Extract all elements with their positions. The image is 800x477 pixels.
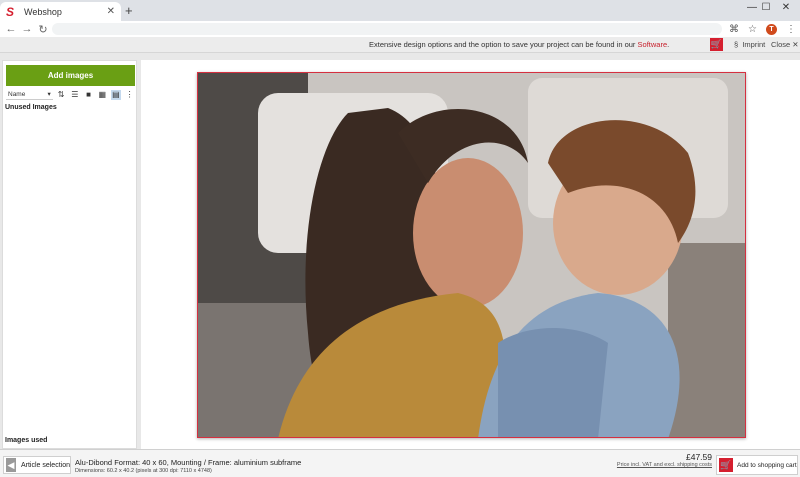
reload-icon[interactable]: ↻ bbox=[35, 23, 51, 36]
more-options-icon[interactable]: ⋮ bbox=[124, 90, 135, 100]
unused-images-heading: Unused Images bbox=[5, 104, 57, 111]
sort-select-value: Name bbox=[8, 90, 26, 98]
product-photo[interactable] bbox=[197, 72, 746, 438]
images-used-heading: Images used bbox=[5, 437, 48, 444]
new-tab-button[interactable]: + bbox=[125, 3, 133, 18]
bottom-bar: ◀ Article selection Alu-Dibond Format: 4… bbox=[0, 449, 800, 477]
close-link[interactable]: Close ✕ bbox=[771, 40, 799, 49]
imprint-symbol: § bbox=[734, 40, 739, 49]
info-message: Extensive design options and the option … bbox=[369, 40, 669, 49]
tab-title: Webshop bbox=[24, 6, 62, 17]
menu-icon[interactable]: ⋮ bbox=[786, 24, 796, 35]
profile-avatar[interactable]: T bbox=[766, 23, 777, 35]
imprint-link[interactable]: § Imprint bbox=[734, 40, 765, 49]
detail-view-icon[interactable]: ▤ bbox=[110, 89, 122, 100]
article-selection-button[interactable]: ◀ Article selection bbox=[3, 456, 71, 474]
sort-direction-icon[interactable]: ⇅ bbox=[56, 90, 67, 100]
webshop-favicon-icon: S bbox=[6, 4, 15, 19]
price: £47.59 bbox=[686, 452, 712, 462]
image-sidebar: Add images Name ▾ ⇅ ☰ ■ ▦ ▤ ⋮ Unused Ima… bbox=[2, 60, 137, 449]
sort-toolbar: Name ▾ ⇅ ☰ ■ ▦ ▤ ⋮ bbox=[6, 89, 135, 100]
info-message-suffix: . bbox=[667, 40, 670, 49]
info-message-text: Extensive design options and the option … bbox=[369, 40, 636, 49]
add-images-button[interactable]: Add images bbox=[6, 65, 135, 86]
list-view-icon[interactable]: ☰ bbox=[70, 90, 81, 100]
chevron-down-icon: ▾ bbox=[47, 91, 51, 98]
window-close-icon[interactable]: ✕ bbox=[776, 2, 796, 13]
info-bar: Extensive design options and the option … bbox=[0, 37, 800, 53]
photo-illustration bbox=[198, 73, 745, 437]
dimensions-text: Dimensions: 60.2 x 40.2 (pixels at 300 d… bbox=[75, 468, 212, 474]
forward-icon[interactable]: → bbox=[19, 23, 35, 35]
shopping-cart-icon: 🛒 bbox=[719, 458, 733, 472]
browser-tab[interactable]: S Webshop ✕ bbox=[0, 2, 121, 21]
browser-toolbar: ← → ↻ ⌘ ☆ T ⋮ bbox=[0, 21, 800, 37]
star-icon[interactable]: ☆ bbox=[748, 24, 757, 35]
software-link[interactable]: Software bbox=[638, 40, 668, 49]
design-canvas bbox=[141, 60, 800, 449]
grid-view-icon[interactable]: ▦ bbox=[97, 90, 108, 100]
close-label: Close bbox=[771, 40, 791, 49]
format-description: Alu-Dibond Format: 40 x 60, Mounting / F… bbox=[75, 458, 302, 467]
arrow-left-icon: ◀ bbox=[6, 458, 16, 472]
sort-select[interactable]: Name ▾ bbox=[6, 90, 53, 100]
cart-icon[interactable]: 🛒 bbox=[710, 38, 723, 51]
price-note-link[interactable]: Price incl. VAT and excl. shipping costs bbox=[617, 462, 712, 468]
tab-close-icon[interactable]: ✕ bbox=[107, 6, 115, 17]
add-to-cart-button[interactable]: 🛒 Add to shopping cart bbox=[716, 455, 798, 475]
maximize-icon[interactable]: ☐ bbox=[756, 2, 776, 13]
back-icon[interactable]: ← bbox=[3, 23, 19, 35]
translate-icon[interactable]: ⌘ bbox=[729, 24, 739, 35]
add-to-cart-label: Add to shopping cart bbox=[737, 461, 797, 469]
article-selection-label: Article selection bbox=[20, 461, 70, 469]
close-icon: ✕ bbox=[792, 40, 799, 49]
large-thumbnail-icon[interactable]: ■ bbox=[83, 90, 94, 100]
imprint-label: Imprint bbox=[742, 40, 766, 49]
address-bar[interactable] bbox=[52, 23, 722, 35]
browser-tabstrip: S Webshop ✕ + — ☐ ✕ bbox=[0, 0, 800, 21]
